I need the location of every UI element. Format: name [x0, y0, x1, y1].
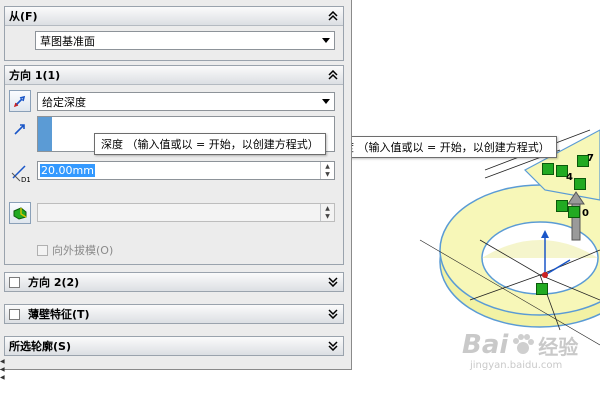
selected-contours-group: 所选轮廓(S) [4, 336, 344, 356]
selection-color-bar [38, 117, 52, 151]
from-group: 从(F) 草图基准面 [4, 6, 344, 61]
expand-down-icon[interactable] [325, 338, 341, 354]
reverse-arrows-icon [13, 95, 26, 108]
draft-icon [13, 207, 27, 220]
thin-feature-title: 薄壁特征(T) [28, 308, 90, 321]
draft-spinner[interactable]: ▲ ▼ [320, 204, 334, 221]
expand-down-icon[interactable] [325, 306, 341, 322]
end-condition-select[interactable]: 给定深度 [37, 92, 335, 111]
green-handle-4[interactable] [574, 178, 586, 190]
direction2-header[interactable]: 方向 2(2) [5, 273, 343, 291]
svg-text:D1: D1 [21, 176, 30, 183]
green-handle-5[interactable] [556, 200, 568, 212]
draft-outward-option[interactable]: 向外拔模(O) [37, 242, 113, 258]
depth-tooltip: 深度 （输入值或以 = 开始，以创建方程式） [94, 133, 326, 155]
watermark-brand: Bai [462, 330, 509, 360]
collapse-up-icon[interactable] [325, 67, 341, 83]
thin-feature-header[interactable]: 薄壁特征(T) [5, 305, 343, 323]
depth-input[interactable]: 20.00mm ▲ ▼ [37, 161, 335, 180]
viewport-label-7: 7 [587, 153, 594, 164]
reverse-direction-button[interactable] [9, 90, 31, 112]
depth-dimension-icon: D1 [9, 162, 31, 184]
paw-icon [513, 334, 535, 354]
from-header[interactable]: 从(F) [5, 7, 343, 26]
green-handle-1[interactable] [542, 163, 554, 175]
direction-vector-icon [9, 118, 31, 140]
thin-feature-group: 薄壁特征(T) [4, 304, 344, 324]
direction1-group: 方向 1(1) 给定深度 D1 20.00mm ▲ ▼ ▲ ▼ 向外拔模(O) [4, 65, 344, 265]
chevron-down-icon [318, 93, 334, 110]
from-title: 从(F) [9, 10, 38, 23]
tooltip-shadow: 度 （输入值或以 = 开始，以创建方程式） [336, 136, 557, 158]
selected-contours-title: 所选轮廓(S) [9, 340, 71, 353]
direction1-title: 方向 1(1) [9, 69, 61, 82]
selected-contours-header[interactable]: 所选轮廓(S) [5, 337, 343, 355]
green-handle-6[interactable] [568, 206, 580, 218]
collapse-up-icon[interactable] [325, 8, 341, 24]
depth-value: 20.00mm [40, 164, 95, 177]
draft-angle-input[interactable]: ▲ ▼ [37, 203, 335, 222]
draft-toggle-button[interactable] [9, 202, 31, 224]
direction2-group: 方向 2(2) [4, 272, 344, 292]
baidu-watermark: Bai 经验 jingyan.baidu.com [462, 330, 594, 390]
viewport-label-0: 0 [582, 208, 589, 219]
green-handle-7[interactable] [536, 283, 548, 295]
viewport-label-4: 4 [566, 172, 573, 183]
chevron-down-icon [318, 32, 334, 49]
depth-spinner[interactable]: ▲ ▼ [320, 162, 334, 179]
panel-resize-grip[interactable]: ◀ ◀ ◀ [0, 358, 6, 382]
property-manager: 从(F) 草图基准面 方向 1(1) 给定深度 D1 20.00mm ▲ ▼ ▲… [0, 0, 352, 370]
watermark-brand2: 经验 [538, 334, 579, 359]
from-select[interactable]: 草图基准面 [35, 31, 335, 50]
thin-feature-checkbox[interactable] [9, 308, 20, 320]
draft-outward-checkbox[interactable] [37, 244, 48, 256]
direction2-checkbox[interactable] [9, 276, 20, 288]
direction1-header[interactable]: 方向 1(1) [5, 66, 343, 85]
direction2-title: 方向 2(2) [28, 276, 80, 289]
watermark-url: jingyan.baidu.com [470, 360, 563, 371]
expand-down-icon[interactable] [325, 274, 341, 290]
draft-outward-label: 向外拔模(O) [52, 244, 114, 257]
